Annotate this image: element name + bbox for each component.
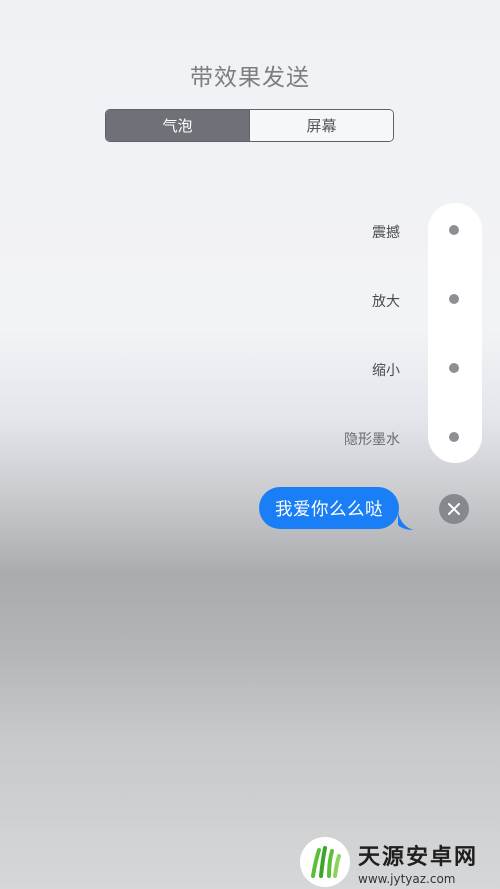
effect-track [428,203,482,463]
effect-label-loud[interactable]: 放大 [372,291,400,311]
close-icon [448,503,460,515]
effect-label-slam[interactable]: 震撼 [372,222,400,242]
tab-screen[interactable]: 屏幕 [249,110,393,141]
watermark: 天源安卓网 www.jytyaz.com [300,835,500,889]
bubble-tail [398,512,414,530]
effect-label-invisible-ink[interactable]: 隐形墨水 [344,429,400,449]
cancel-button[interactable] [439,494,469,524]
effect-label-gentle[interactable]: 缩小 [372,360,400,380]
effect-dot-loud[interactable] [449,294,459,304]
message-bubble: 我爱你么么哒 [259,487,399,529]
effect-dot-gentle[interactable] [449,363,459,373]
tab-bubble[interactable]: 气泡 [106,110,249,141]
watermark-logo-icon [300,837,350,887]
effect-picker: 震撼 放大 缩小 隐形墨水 [0,203,500,463]
watermark-name: 天源安卓网 [358,844,479,870]
watermark-url: www.jytyaz.com [358,871,456,886]
effect-dot-invisible-ink[interactable] [449,432,459,442]
effect-dot-slam[interactable] [449,225,459,235]
page-title: 带效果发送 [190,65,310,91]
effect-type-segmented-control: 气泡 屏幕 [105,109,394,142]
